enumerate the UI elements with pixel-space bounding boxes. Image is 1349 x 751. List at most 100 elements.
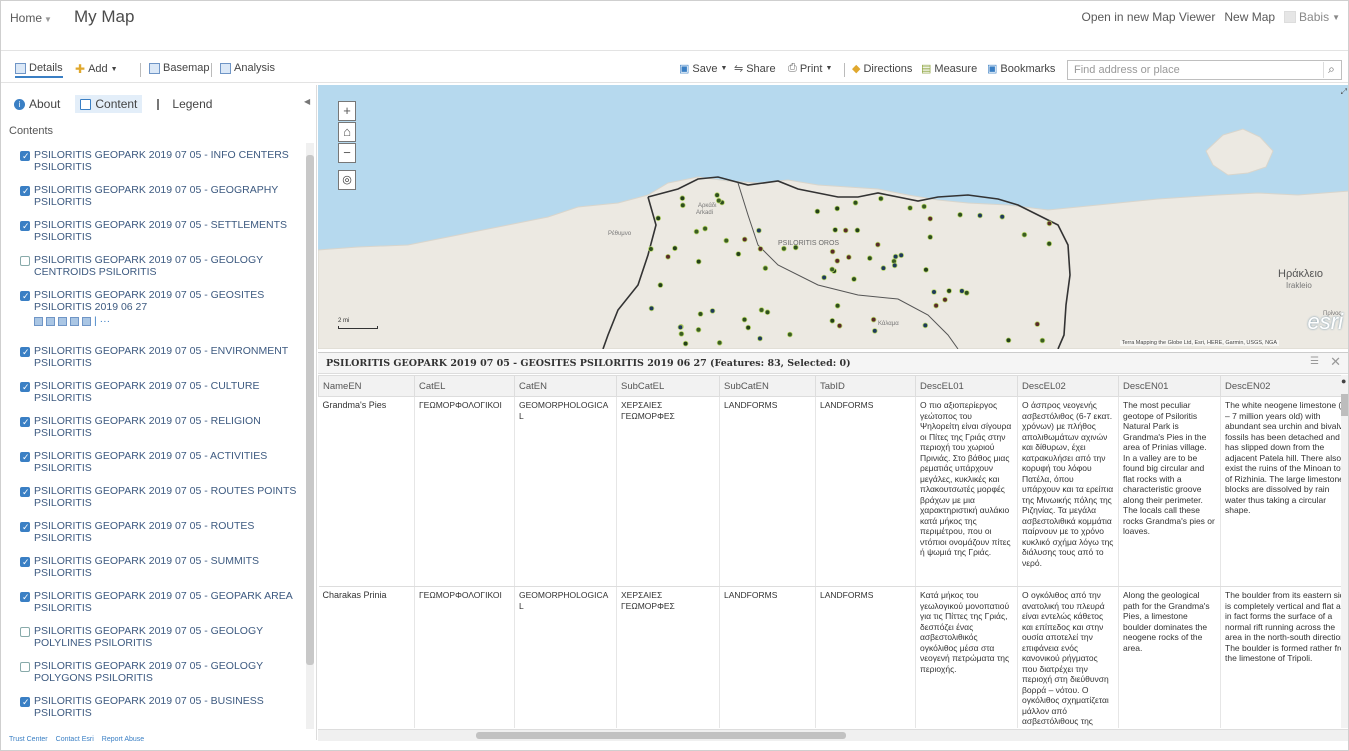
geosite-point[interactable] (1005, 337, 1012, 344)
geosite-point[interactable] (866, 255, 873, 262)
search-icon[interactable]: ⌕ (1323, 62, 1339, 78)
layer-visibility-checkbox[interactable] (20, 150, 30, 162)
layer-visibility-checkbox[interactable] (20, 185, 30, 197)
layer-visibility-checkbox[interactable] (20, 662, 30, 672)
table-row[interactable]: Grandma's Pies ΓΕΩΜΟΡΦΟΛΟΓΙΚΟΙ GEOMORPHOLO… (318, 396, 1348, 587)
geosite-point[interactable] (741, 236, 748, 243)
geosite-point[interactable] (695, 258, 702, 265)
layer-label[interactable]: PSILORITIS GEOPARK 2019 07 05 - GEOPARK … (34, 590, 302, 614)
geosite-point[interactable] (871, 328, 878, 334)
layer-item[interactable]: PSILORITIS GEOPARK 2019 07 05 - GEOSITES… (1, 283, 306, 339)
layer-label[interactable]: PSILORITIS GEOPARK 2019 07 05 - RELIGION… (34, 415, 302, 439)
layer-visibility-checkbox[interactable] (20, 290, 30, 302)
add-button[interactable]: ✚ Add ▼ (75, 62, 118, 76)
share-button[interactable]: ⇋ Share (734, 62, 776, 76)
layer-item[interactable]: PSILORITIS GEOPARK 2019 07 05 - GEOGRAPH… (1, 178, 306, 213)
geosite-point[interactable] (679, 202, 686, 209)
geosite-point[interactable] (682, 340, 689, 347)
show-table-icon[interactable] (34, 316, 43, 326)
layer-visibility-checkbox[interactable] (20, 627, 30, 637)
geosite-point[interactable] (854, 227, 861, 234)
geosite-point[interactable] (693, 228, 700, 235)
geosite-point[interactable] (892, 253, 899, 260)
layer-item[interactable]: PSILORITIS GEOPARK 2019 07 05 - SUMMITS … (1, 549, 306, 584)
zoom-in-button[interactable]: + (338, 101, 356, 121)
geosite-point[interactable] (655, 215, 662, 222)
geosite-point[interactable] (852, 200, 859, 206)
layer-visibility-checkbox[interactable] (20, 486, 30, 498)
geosite-point[interactable] (834, 258, 841, 264)
geosite-point[interactable] (697, 311, 704, 317)
close-icon[interactable]: ✕ (1330, 354, 1341, 370)
layer-visibility-checkbox[interactable] (20, 521, 30, 533)
geosite-point[interactable] (946, 288, 952, 294)
tab-about[interactable]: i About (9, 95, 65, 113)
map-view[interactable]: PSILORITIS OROS Ηράκλειο Irakleio Ρέθυμν… (318, 85, 1349, 349)
table-horizontal-scrollbar[interactable] (318, 729, 1348, 741)
layer-label[interactable]: PSILORITIS GEOPARK 2019 07 05 - SUMMITS … (34, 555, 302, 579)
layer-item[interactable]: PSILORITIS GEOPARK 2019 07 05 - ACTIVITI… (1, 444, 306, 479)
layer-item[interactable]: PSILORITIS GEOPARK 2019 07 05 - SETTLEME… (1, 213, 306, 248)
table-horizontal-scroll-thumb[interactable] (476, 732, 846, 739)
geosite-point[interactable] (898, 252, 904, 259)
report-abuse-link[interactable]: Report Abuse (102, 736, 144, 743)
column-header[interactable]: TabID (815, 375, 916, 397)
geosite-point[interactable] (878, 195, 884, 202)
zoom-out-button[interactable]: − (338, 143, 356, 163)
geosite-point[interactable] (695, 327, 702, 333)
more-options-icon[interactable]: | ··· (94, 315, 110, 327)
geosite-point[interactable] (821, 274, 827, 281)
column-header[interactable]: SubCatEL (616, 375, 720, 397)
geosite-point[interactable] (999, 214, 1005, 220)
geosite-point[interactable] (1034, 321, 1041, 327)
layer-label[interactable]: PSILORITIS GEOPARK 2019 07 05 - ENVIRONM… (34, 345, 302, 369)
open-new-map-viewer-link[interactable]: Open in new Map Viewer (1082, 10, 1216, 24)
layer-label[interactable]: PSILORITIS GEOPARK 2019 07 05 - GEOGRAPH… (34, 184, 302, 208)
layer-label[interactable]: PSILORITIS GEOPARK 2019 07 05 - GEOLOGY … (34, 625, 302, 649)
geosite-point[interactable] (709, 308, 716, 314)
trust-center-link[interactable]: Trust Center (9, 736, 48, 743)
geosite-point[interactable] (757, 335, 763, 342)
geosite-point[interactable] (942, 296, 948, 303)
layer-item[interactable]: PSILORITIS GEOPARK 2019 07 05 - CULTURE … (1, 374, 306, 409)
layer-visibility-checkbox[interactable] (20, 451, 30, 463)
geosite-point[interactable] (921, 203, 927, 210)
layer-visibility-checkbox[interactable] (20, 220, 30, 232)
geosite-point[interactable] (814, 208, 821, 215)
geosite-point[interactable] (829, 266, 835, 273)
measure-button[interactable]: ▤ Measure (921, 62, 977, 76)
geosite-point[interactable] (931, 289, 937, 295)
legend-icon[interactable] (46, 316, 55, 326)
geosite-point[interactable] (757, 246, 764, 252)
geosite-point[interactable] (923, 267, 929, 273)
layer-label[interactable]: PSILORITIS GEOPARK 2019 07 05 - GEOLOGY … (34, 660, 302, 684)
map-canvas[interactable]: PSILORITIS OROS Ηράκλειο Irakleio Ρέθυμν… (318, 85, 1349, 349)
geosite-point[interactable] (787, 331, 793, 338)
geosite-point[interactable] (648, 246, 654, 252)
table-vertical-scrollbar[interactable] (1341, 375, 1348, 728)
geosite-point[interactable] (1039, 337, 1046, 344)
layer-item[interactable]: PSILORITIS GEOPARK 2019 07 05 - ENVIRONM… (1, 339, 306, 374)
geosite-point[interactable] (959, 288, 965, 294)
layer-list-scroll-thumb[interactable] (306, 155, 314, 665)
column-header[interactable]: CatEL (414, 375, 515, 397)
geosite-point[interactable] (657, 282, 664, 288)
layer-item[interactable]: PSILORITIS GEOPARK 2019 07 05 - BUSINESS… (1, 689, 306, 724)
expand-icon[interactable]: ⤢ (1341, 87, 1347, 97)
geosite-point[interactable] (842, 227, 849, 234)
geosite-point[interactable] (678, 331, 685, 337)
geosite-point[interactable] (1046, 220, 1053, 227)
layer-item[interactable]: PSILORITIS GEOPARK 2019 07 05 - GEOLOGY … (1, 619, 306, 654)
table-row[interactable]: Charakas Prinia ΓΕΩΜΟΡΦΟΛΟΓΙΚΟΙ GEOMORPHOL… (318, 586, 1348, 728)
geosite-point[interactable] (977, 212, 983, 219)
geosite-point[interactable] (891, 262, 898, 269)
layer-label[interactable]: PSILORITIS GEOPARK 2019 07 05 - ACTIVITI… (34, 450, 302, 474)
geosite-point[interactable] (716, 339, 723, 346)
tab-content[interactable]: Content (75, 95, 143, 113)
search-input[interactable]: Find address or place ⌕ (1067, 60, 1342, 80)
bookmarks-button[interactable]: ▣ Bookmarks (987, 62, 1055, 76)
geosite-point[interactable] (963, 290, 970, 296)
geosite-point[interactable] (679, 195, 686, 201)
column-header[interactable]: DescEN02 (1220, 375, 1348, 397)
geosite-point[interactable] (741, 316, 748, 323)
